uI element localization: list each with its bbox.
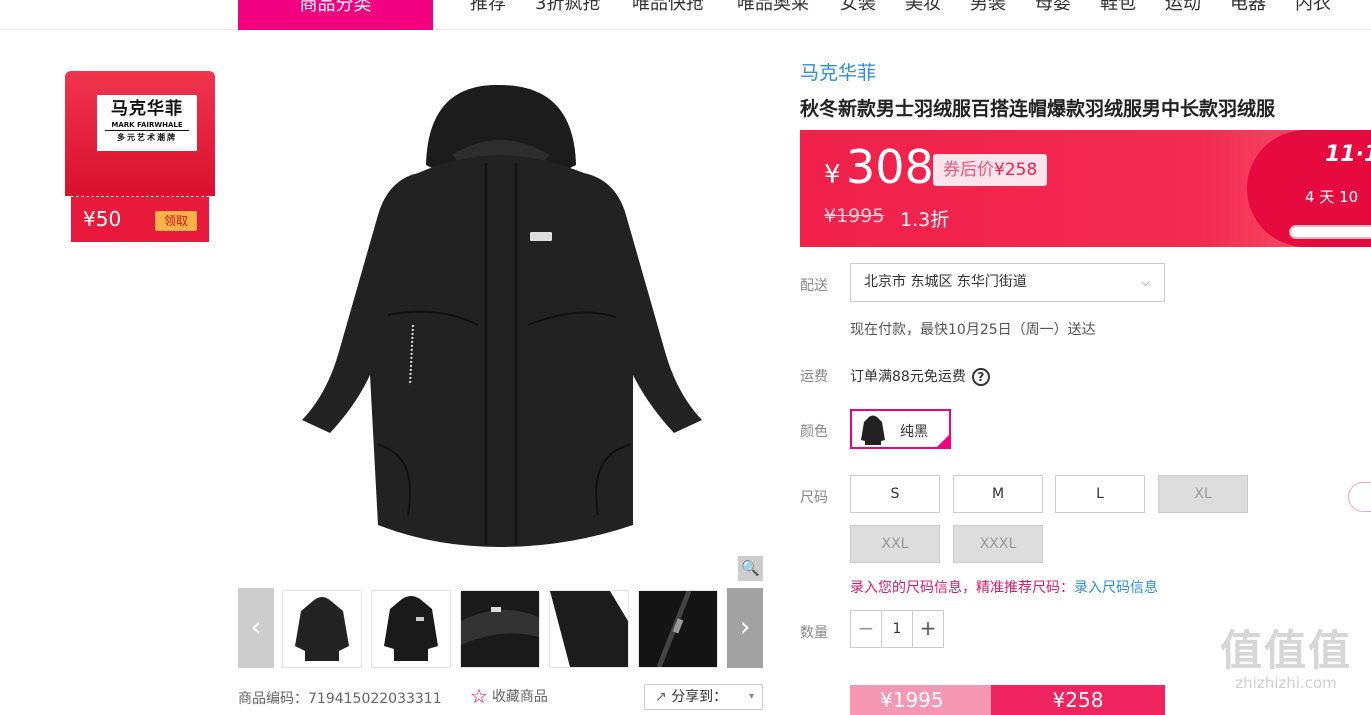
thumbnail-3[interactable] [460,590,540,668]
buy-original-button[interactable]: ¥1995 [850,685,991,715]
color-swatch-image [861,415,885,445]
nav-item-appliance[interactable]: 电器 [1230,0,1266,18]
watermark-text-cn: 值值值 [1220,626,1353,675]
coupon-amount: ¥50 [83,207,122,231]
thumbnail-2[interactable] [371,590,451,668]
promo-title: 11·11 [1325,142,1371,167]
chevron-down-icon: ⌵ [1140,275,1150,289]
favorite-label: 收藏商品 [491,689,548,705]
thumbnail-4[interactable] [549,590,629,668]
side-float-button[interactable] [1348,482,1371,512]
help-icon[interactable]: ? [971,368,990,386]
promo-banner: 11·11 4 天 10 [1247,130,1371,247]
logo-text-cn: 马克华菲 [111,99,183,119]
nav-item-women[interactable]: 女装 [840,0,876,18]
current-price: 308 [846,140,934,194]
chevron-down-icon: ▾ [748,691,754,702]
selected-check-icon [935,433,951,449]
brand-coupon[interactable]: 马克华菲 MARK FAIRWHALE 多元艺术潮牌 ¥50 领取 [65,71,215,243]
original-price: ¥1995 [824,205,885,227]
jacket-image [238,55,763,580]
watermark-text-en: zhizhizhi.com [1235,674,1337,692]
color-option-black[interactable]: 纯黑 [850,409,951,449]
coupon-price-badge: 券后价¥258 [933,154,1048,186]
size-tip-text: 录入您的尺码信息，精准推荐尺码： [850,580,1074,596]
main-product-image[interactable] [238,55,763,580]
share-dropdown[interactable]: ↗ 分享到： ▾ [644,684,763,710]
star-icon: ☆ [470,684,488,708]
favorite-button[interactable]: ☆ 收藏商品 [470,684,548,708]
size-option-l[interactable]: L [1055,475,1145,513]
product-brand-link[interactable]: 马克华菲 [800,58,876,85]
product-title: 秋冬新款男士羽绒服百搭连帽爆款羽绒服男中长款羽绒服 [800,98,1276,120]
size-info-link[interactable]: 录入尺码信息 [1074,580,1158,596]
size-option-xxxl: XXXL [953,525,1043,563]
watermark-logo: 值值值 zhizhizhi.com [1220,626,1353,693]
buy-coupon-button[interactable]: ¥258 [991,685,1165,715]
quantity-label: 数量 [800,625,828,641]
promo-progress-bar [1289,225,1371,239]
quantity-minus-button[interactable]: − [851,611,881,647]
logo-text-en: MARK FAIRWHALE [105,120,189,131]
nav-item-underwear[interactable]: 内衣 [1295,0,1331,18]
coupon-price-label: 券后价 [943,160,994,180]
nav-item-quick[interactable]: 唯品快抢 [632,0,704,18]
size-tip: 录入您的尺码信息，精准推荐尺码：录入尺码信息 [850,577,1158,597]
share-icon: ↗ [655,689,672,705]
thumbnail-next-button[interactable]: › [727,588,763,668]
price-currency: ¥ [824,160,841,190]
size-option-xxl: XXL [850,525,940,563]
freight-text: 订单满88元免运费 [850,369,966,385]
promo-countdown: 4 天 10 [1305,188,1359,206]
nav-item-men[interactable]: 男装 [970,0,1006,18]
category-button[interactable]: 商品分类 [238,0,433,30]
quantity-plus-button[interactable]: + [913,611,943,647]
size-option-m[interactable]: M [953,475,1043,513]
coupon-footer: ¥50 领取 [71,196,209,242]
size-option-s[interactable]: S [850,475,940,513]
nav-item-outlet[interactable]: 唯品奥莱 [737,0,809,18]
thumbnail-prev-button[interactable]: ‹ [238,588,274,668]
quantity-input[interactable]: 1 [881,611,913,647]
product-sku: 商品编码：719415022033311 [238,691,442,707]
freight-info: 订单满88元免运费? [850,366,990,386]
size-label: 尺码 [800,490,828,506]
color-option-label: 纯黑 [900,424,928,440]
nav-item-shoes[interactable]: 鞋包 [1100,0,1136,18]
coupon-claim-button[interactable]: 领取 [155,211,197,231]
share-label: 分享到： [671,689,728,705]
quantity-stepper: − 1 + [850,610,944,648]
thumbnail-1[interactable] [282,590,362,668]
nav-item-baby[interactable]: 母婴 [1035,0,1071,18]
coupon-header: 马克华菲 MARK FAIRWHALE 多元艺术潮牌 [65,71,215,196]
logo-tagline: 多元艺术潮牌 [117,133,177,142]
delivery-estimate: 现在付款，最快10月25日（周一）送达 [850,322,1096,338]
address-value: 北京市 东城区 东华门街道 [864,274,1027,290]
zoom-icon[interactable]: 🔍 [738,556,763,581]
brand-logo: 马克华菲 MARK FAIRWHALE 多元艺术潮牌 [97,95,197,151]
nav-item-flash[interactable]: 3折疯抢 [535,0,600,18]
delivery-label: 配送 [800,278,828,294]
freight-label: 运费 [800,369,828,385]
coupon-price-value: ¥258 [994,160,1038,180]
address-select[interactable]: 北京市 东城区 东华门街道 ⌵ [850,263,1165,302]
color-label: 颜色 [800,424,828,440]
nav-item-sports[interactable]: 运动 [1165,0,1201,18]
nav-item-beauty[interactable]: 美妆 [905,0,941,18]
thumbnail-5[interactable] [638,590,718,668]
discount-rate: 1.3折 [900,209,950,231]
nav-item-recommend[interactable]: 推荐 [470,0,506,18]
size-option-xl: XL [1158,475,1248,513]
top-nav: 商品分类 推荐 3折疯抢 唯品快抢 唯品奥莱 女装 美妆 男装 母婴 鞋包 运动… [0,0,1371,30]
